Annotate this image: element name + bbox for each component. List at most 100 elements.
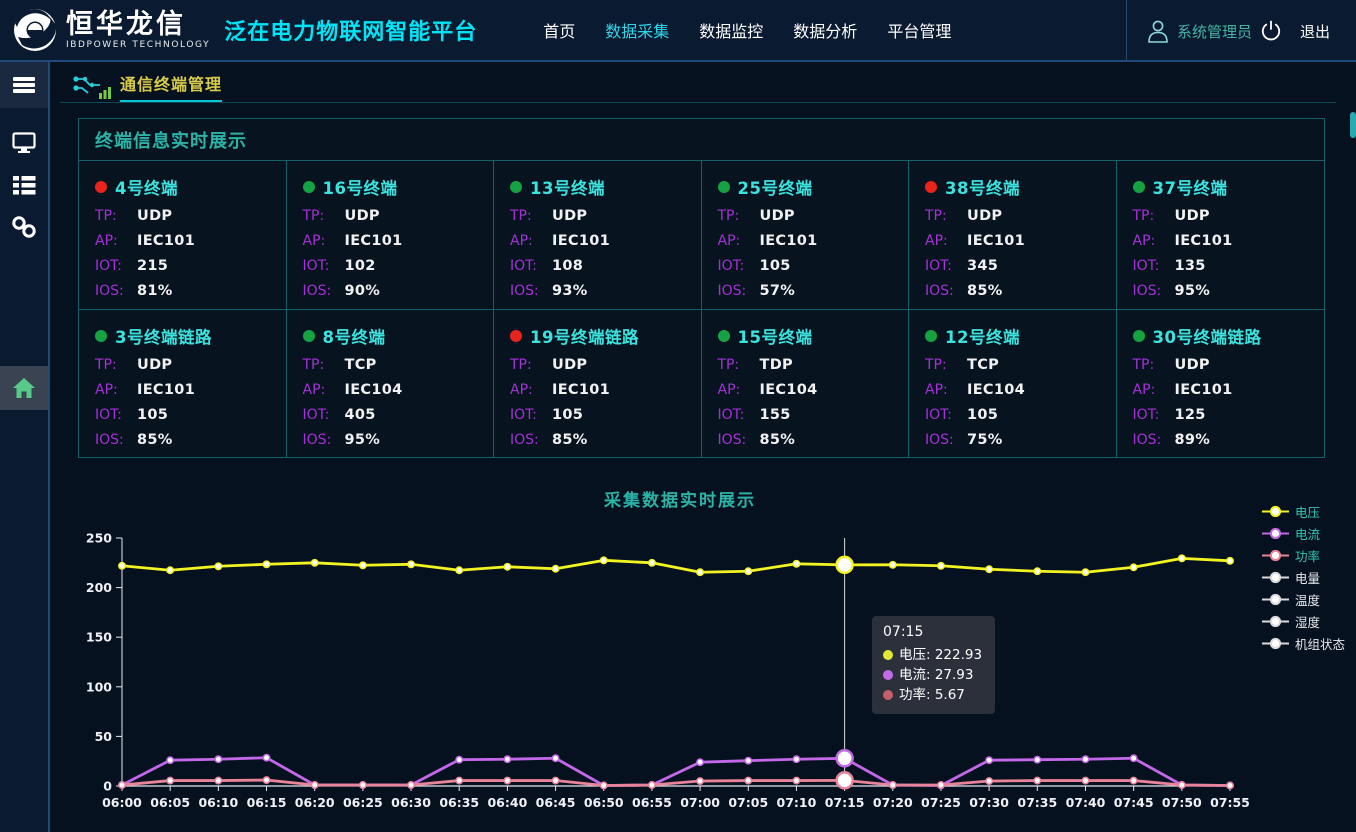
legend-label: 温度: [1295, 590, 1320, 609]
legend-marker-icon: [1262, 593, 1289, 606]
panel-title: 终端信息实时展示: [95, 127, 247, 153]
platform-title: 泛在电力物联网智能平台: [224, 14, 477, 46]
field-label-iot: IOT:: [303, 406, 345, 424]
terminal-card: 15号终端TP:TDPAP:IEC104IOT:155IOS:85%: [702, 310, 910, 458]
terminal-name: 3号终端链路: [115, 324, 212, 348]
logout-button[interactable]: 退出: [1300, 21, 1330, 42]
sidebar-item-list[interactable]: [0, 164, 48, 206]
legend-item-5[interactable]: 温度: [1262, 588, 1345, 610]
svg-text:06:55: 06:55: [632, 795, 672, 810]
field-value-iot: 105: [137, 406, 168, 424]
terminal-name: 8号终端: [323, 324, 386, 348]
field-label-tp: TP:: [718, 356, 760, 374]
svg-text:06:40: 06:40: [487, 795, 527, 810]
field-value-tp: UDP: [137, 207, 172, 225]
field-value-ios: 95%: [345, 431, 381, 449]
nav-item-1[interactable]: 首页: [543, 18, 575, 42]
sidebar: [0, 62, 50, 832]
svg-text:0: 0: [103, 779, 112, 794]
terminal-manage-icon: [72, 71, 112, 101]
legend-item-4[interactable]: 电量: [1262, 566, 1345, 588]
field-label-ios: IOS:: [1133, 431, 1175, 449]
field-label-iot: IOT:: [510, 257, 552, 275]
terminal-card: 30号终端链路TP:UDPAP:IEC101IOT:125IOS:89%: [1117, 310, 1325, 458]
field-value-iot: 105: [760, 257, 791, 275]
field-value-iot: 215: [137, 257, 168, 275]
legend-item-1[interactable]: 电压: [1262, 500, 1345, 522]
svg-text:06:50: 06:50: [584, 795, 624, 810]
legend-label: 电压: [1295, 502, 1320, 521]
brand-subtitle: IBDPOWER TECHNOLOGY: [66, 41, 210, 50]
tooltip-row: 电压: 222.93: [883, 645, 982, 665]
field-label-ap: AP:: [95, 381, 137, 399]
user-name[interactable]: 系统管理员: [1177, 21, 1252, 42]
field-value-ap: IEC104: [967, 381, 1025, 399]
terminal-card: 37号终端TP:UDPAP:IEC101IOT:135IOS:95%: [1117, 161, 1325, 310]
field-value-ios: 81%: [137, 282, 173, 300]
field-label-tp: TP:: [1133, 207, 1175, 225]
terminal-card: 8号终端TP:TCPAP:IEC104IOT:405IOS:95%: [287, 310, 495, 458]
field-label-ap: AP:: [718, 232, 760, 250]
field-label-iot: IOT:: [718, 406, 760, 424]
terminal-name: 37号终端: [1153, 175, 1228, 199]
nav-item-3[interactable]: 数据监控: [699, 18, 763, 42]
status-dot-green: [1133, 330, 1145, 342]
legend-marker-icon: [1262, 549, 1289, 562]
field-value-iot: 405: [345, 406, 376, 424]
field-label-ios: IOS:: [718, 431, 760, 449]
field-value-ap: IEC101: [1175, 232, 1233, 250]
legend-label: 功率: [1295, 546, 1320, 565]
nav-item-5[interactable]: 平台管理: [887, 18, 951, 42]
tooltip-text: 电压: 222.93: [899, 645, 982, 665]
field-value-iot: 155: [760, 406, 791, 424]
svg-text:06:05: 06:05: [150, 795, 190, 810]
breadcrumb[interactable]: 通信终端管理: [120, 71, 222, 102]
legend-item-6[interactable]: 湿度: [1262, 610, 1345, 632]
field-value-tp: TCP: [345, 356, 377, 374]
chart-title: 采集数据实时展示: [60, 486, 1300, 511]
series-dot-icon: [883, 650, 893, 660]
legend-item-2[interactable]: 电流: [1262, 522, 1345, 544]
realtime-line-chart[interactable]: 05010015020025006:0006:0506:1006:1506:20…: [60, 520, 1356, 832]
field-label-iot: IOT:: [925, 406, 967, 424]
svg-text:07:35: 07:35: [1017, 795, 1057, 810]
field-label-ap: AP:: [510, 232, 552, 250]
svg-text:07:30: 07:30: [969, 795, 1009, 810]
sidebar-item-home[interactable]: [0, 366, 48, 410]
nav-item-4[interactable]: 数据分析: [793, 18, 857, 42]
svg-text:06:20: 06:20: [295, 795, 335, 810]
tooltip-text: 电流: 27.93: [899, 665, 974, 685]
field-value-ap: IEC104: [760, 381, 818, 399]
tooltip-row: 功率: 5.67: [883, 685, 982, 705]
svg-text:07:20: 07:20: [873, 795, 913, 810]
terminal-card: 3号终端链路TP:UDPAP:IEC101IOT:105IOS:85%: [79, 310, 287, 458]
field-value-ios: 90%: [345, 282, 381, 300]
terminal-name: 30号终端链路: [1153, 324, 1262, 348]
legend-item-7[interactable]: 机组状态: [1262, 632, 1345, 654]
power-icon[interactable]: [1260, 20, 1282, 42]
sidebar-item-monitor[interactable]: [0, 122, 48, 164]
field-value-ap: IEC101: [760, 232, 818, 250]
status-dot-green: [303, 181, 315, 193]
field-value-ios: 85%: [967, 282, 1003, 300]
svg-text:06:00: 06:00: [102, 795, 142, 810]
scrollbar-thumb[interactable]: [1350, 112, 1356, 138]
field-value-iot: 102: [345, 257, 376, 275]
legend-item-3[interactable]: 功率: [1262, 544, 1345, 566]
status-dot-green: [718, 181, 730, 193]
sidebar-item-link[interactable]: [0, 206, 48, 248]
field-value-tp: UDP: [760, 207, 795, 225]
field-value-iot: 345: [967, 257, 998, 275]
svg-text:06:15: 06:15: [247, 795, 287, 810]
field-label-iot: IOT:: [718, 257, 760, 275]
field-label-iot: IOT:: [95, 257, 137, 275]
nav-item-2[interactable]: 数据采集: [605, 18, 669, 42]
menu-toggle-button[interactable]: [0, 62, 48, 108]
field-value-ios: 75%: [967, 431, 1003, 449]
terminal-name: 15号终端: [738, 324, 813, 348]
field-label-tp: TP:: [303, 207, 345, 225]
field-label-ios: IOS:: [303, 282, 345, 300]
svg-text:07:00: 07:00: [680, 795, 720, 810]
field-value-tp: UDP: [1175, 207, 1210, 225]
legend-marker-icon: [1262, 637, 1289, 650]
